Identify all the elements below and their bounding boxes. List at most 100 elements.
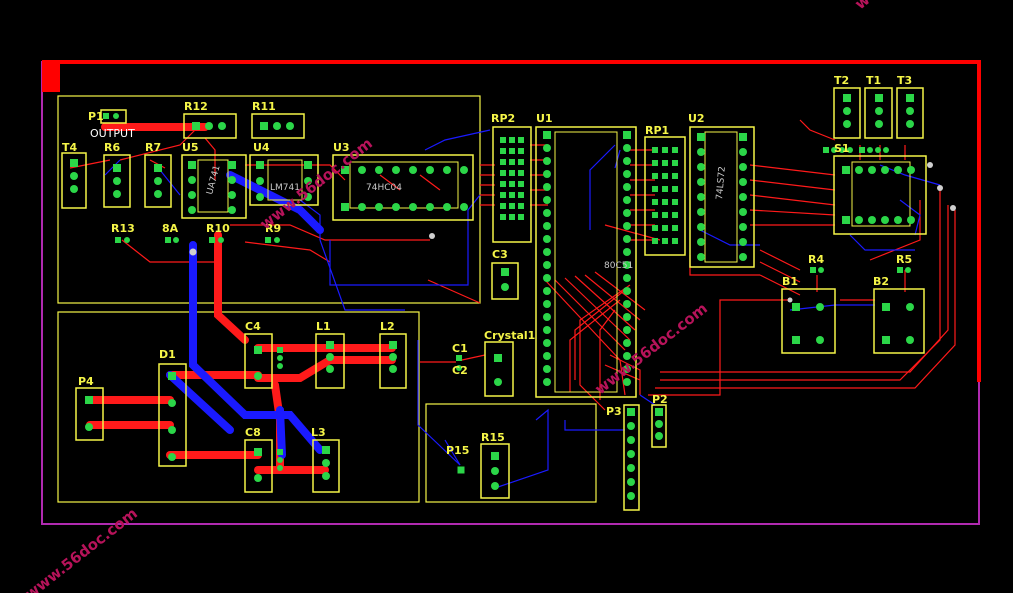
pad <box>792 336 800 344</box>
pad <box>652 147 658 153</box>
pad <box>209 237 215 243</box>
pad <box>518 203 524 209</box>
ref-rp1: RP1 <box>645 124 669 137</box>
p4-outline <box>75 387 104 441</box>
pad <box>906 120 914 128</box>
pad <box>409 203 417 211</box>
pad <box>326 353 334 361</box>
pad <box>623 144 631 152</box>
pad <box>739 163 747 171</box>
pad <box>623 339 631 347</box>
pad <box>113 190 121 198</box>
pad <box>543 183 551 191</box>
ref-d1: D1 <box>159 348 176 361</box>
pad <box>881 216 889 224</box>
ref-r11: R11 <box>252 100 276 113</box>
ref-t2: T2 <box>834 74 849 87</box>
ref-t4: T4 <box>62 141 78 154</box>
ref-r8: 8A <box>162 222 179 235</box>
pad <box>457 466 465 474</box>
pad <box>627 408 635 416</box>
pad <box>443 166 451 174</box>
pad <box>623 131 631 139</box>
pad <box>652 173 658 179</box>
pad <box>697 163 705 171</box>
pad <box>277 449 283 455</box>
pad <box>509 214 515 220</box>
pad <box>652 212 658 218</box>
pad <box>739 223 747 231</box>
pad <box>500 181 506 187</box>
pad <box>154 177 162 185</box>
pad <box>277 457 283 463</box>
pad <box>273 122 281 130</box>
pad <box>168 453 176 461</box>
pad <box>518 192 524 198</box>
pad <box>491 482 499 490</box>
pad <box>277 347 283 353</box>
pad <box>500 170 506 176</box>
pad <box>652 160 658 166</box>
pad <box>662 238 668 244</box>
pad <box>509 181 515 187</box>
pad <box>168 399 176 407</box>
pad <box>672 225 678 231</box>
u1-value: 80C51 <box>604 261 633 271</box>
pad <box>124 237 130 243</box>
pad <box>326 365 334 373</box>
pad <box>460 166 468 174</box>
pad <box>905 267 911 273</box>
pad <box>265 237 271 243</box>
pad <box>443 203 451 211</box>
watermarks: www.56doc.com www.56doc.com www.56doc.co… <box>21 0 971 593</box>
pad <box>218 122 226 130</box>
pad <box>509 137 515 143</box>
pad <box>655 408 663 416</box>
pad <box>859 147 865 153</box>
pad <box>543 170 551 178</box>
pad <box>652 225 658 231</box>
pad <box>518 137 524 143</box>
pad <box>322 459 330 467</box>
ref-r12: R12 <box>184 100 208 113</box>
pad <box>392 203 400 211</box>
pad <box>392 166 400 174</box>
pad <box>655 432 663 440</box>
pad <box>875 120 883 128</box>
u3-value: 74HC04 <box>366 183 402 193</box>
ref-b1: B1 <box>782 275 798 288</box>
pad <box>672 160 678 166</box>
pad <box>113 177 121 185</box>
pad <box>543 209 551 217</box>
pad <box>218 237 224 243</box>
pad <box>543 352 551 360</box>
pad <box>816 303 824 311</box>
pad <box>228 191 236 199</box>
pad <box>867 147 873 153</box>
pad <box>907 166 915 174</box>
pad <box>868 166 876 174</box>
pad <box>739 178 747 186</box>
pad <box>697 223 705 231</box>
pad <box>277 363 283 369</box>
pad <box>165 237 171 243</box>
pad <box>85 423 93 431</box>
pad <box>672 147 678 153</box>
pad <box>500 203 506 209</box>
pad <box>277 355 283 361</box>
pad <box>894 166 902 174</box>
ref-p15: P15 <box>446 444 469 457</box>
pad <box>623 222 631 230</box>
pad <box>274 237 280 243</box>
pad <box>205 122 213 130</box>
pad <box>518 159 524 165</box>
power-traces-bottom <box>166 171 324 459</box>
pad <box>494 378 502 386</box>
pad <box>70 159 78 167</box>
ref-t3: T3 <box>897 74 912 87</box>
pad <box>842 216 850 224</box>
pad <box>389 365 397 373</box>
pad <box>322 472 330 480</box>
pad <box>103 113 109 119</box>
pad <box>662 173 668 179</box>
